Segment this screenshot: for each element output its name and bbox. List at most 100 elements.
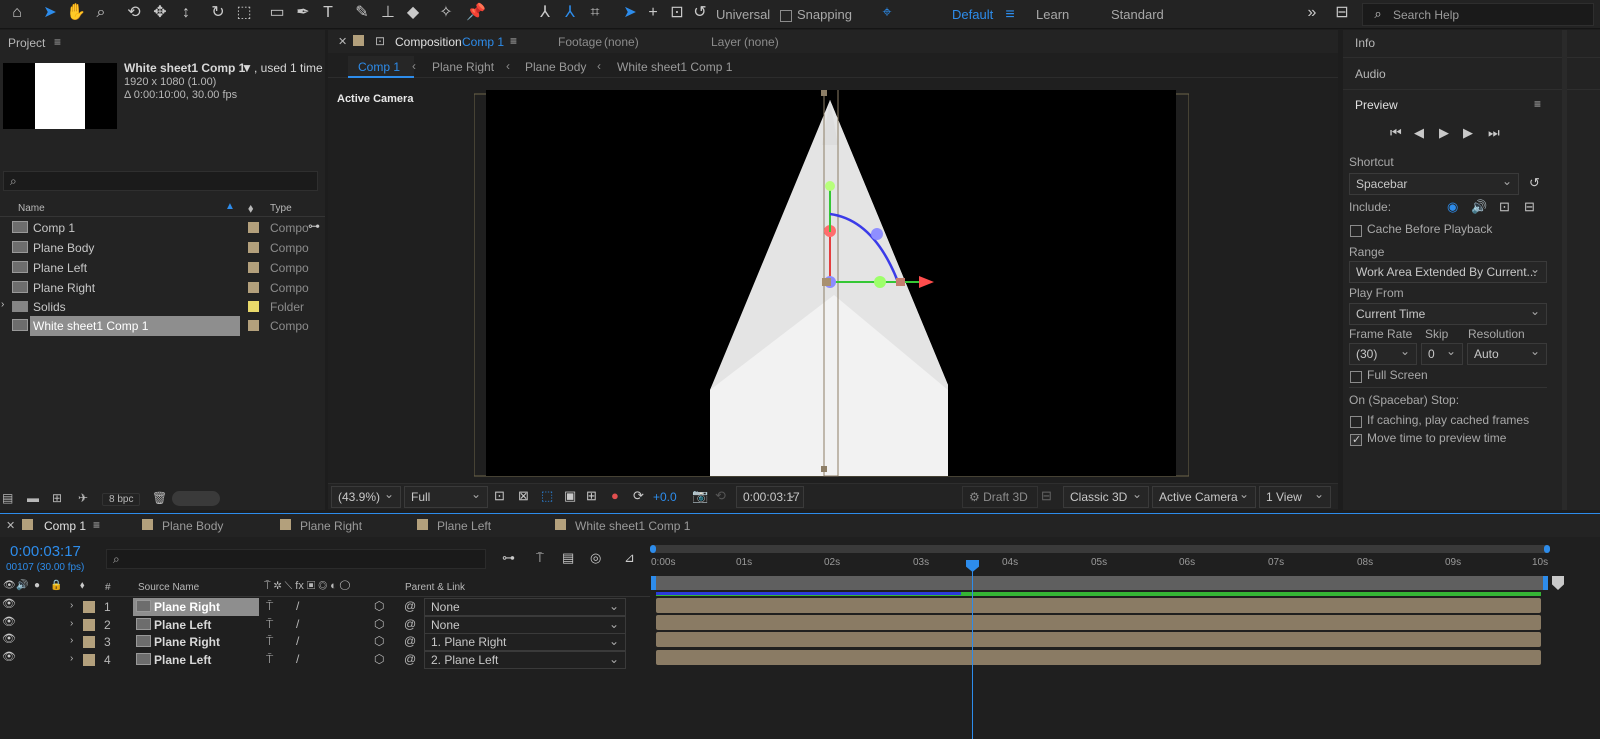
project-item[interactable]: Comp 1 Compo ⊶ — [0, 218, 325, 238]
cache-checkbox[interactable] — [1350, 223, 1362, 237]
workspace-overflow-icon[interactable]: » — [1302, 5, 1322, 25]
chevron-down-icon[interactable]: ▼ — [241, 61, 253, 75]
timeline-tab-plane-left[interactable]: Plane Left — [437, 519, 491, 533]
previous-frame-icon[interactable]: ◀ — [1414, 126, 1424, 139]
pick-whip-icon[interactable]: @ — [404, 652, 416, 666]
collapse-transform-icon[interactable]: ⍑ — [266, 599, 273, 614]
work-area-end[interactable] — [1543, 576, 1548, 590]
first-frame-icon[interactable]: ⏮ — [1390, 126, 1402, 139]
project-item[interactable]: Plane Body Compo — [0, 238, 325, 258]
move-time-checkbox[interactable] — [1350, 432, 1362, 446]
hand-icon[interactable]: ✋ — [66, 5, 86, 25]
layer-row[interactable]: 👁 › 1 Plane Right ⍑ / ⬡ @ None — [0, 598, 650, 616]
view-axis-icon[interactable]: ⌗ — [585, 5, 605, 25]
footage-tab[interactable]: Footage — [558, 35, 602, 49]
label-tag-icon[interactable]: ⬧ — [248, 201, 253, 216]
orbit-camera-icon[interactable]: ⟲ — [124, 5, 144, 25]
collapse-transform-icon[interactable]: ⍑ — [266, 634, 273, 649]
next-frame-icon[interactable]: ▶ — [1463, 126, 1473, 139]
quality-icon[interactable]: / — [296, 617, 299, 631]
quality-icon[interactable]: / — [296, 599, 299, 613]
draft-3d-button[interactable]: ⚙ Draft 3D — [962, 486, 1038, 508]
project-item[interactable]: Plane Right Compo — [0, 278, 325, 298]
resolution-dropdown[interactable]: Full — [404, 486, 488, 508]
eye-icon[interactable]: 👁 — [3, 581, 16, 591]
roto-brush-icon[interactable]: ✧ — [436, 5, 456, 25]
timeline-tab-plane-right[interactable]: Plane Right — [300, 519, 362, 533]
layer-bar[interactable] — [656, 615, 1541, 630]
3d-layer-icon[interactable]: ⬡ — [374, 617, 384, 631]
pick-whip-icon[interactable]: @ — [404, 617, 416, 631]
switches-icon[interactable]: ⍑ ✲ ⟍ fx ▣ ◎ ◐ ◯ — [264, 580, 350, 593]
column-parent[interactable]: Parent & Link — [405, 582, 465, 593]
panel-toggle-icon[interactable]: ⊟ — [1332, 5, 1352, 25]
playhead-line[interactable] — [972, 565, 973, 739]
dolly-camera-icon[interactable]: ↕ — [176, 5, 196, 25]
move-time-label[interactable]: Move time to preview time — [1367, 431, 1506, 445]
region-of-interest-icon[interactable]: ▣ — [564, 489, 576, 502]
include-layer-controls-icon[interactable]: ⊟ — [1524, 200, 1535, 213]
search-help-box[interactable]: ⌕ Search Help — [1362, 3, 1594, 26]
label-swatch[interactable] — [83, 654, 95, 666]
thumbnail-slider[interactable] — [172, 491, 220, 506]
universal-label[interactable]: Universal — [716, 7, 770, 22]
skip-dropdown[interactable]: 0 — [1421, 343, 1463, 365]
timeline-tab-comp1[interactable]: Comp 1 — [44, 519, 86, 533]
close-icon[interactable]: ✕ — [6, 519, 15, 532]
solo-icon[interactable]: ● — [34, 581, 40, 591]
layer-tab[interactable]: Layer — [711, 35, 741, 49]
quality-icon[interactable]: / — [296, 634, 299, 648]
trash-icon[interactable]: 🗑 — [152, 491, 167, 505]
flowchart-icon[interactable]: ⊶ — [308, 219, 320, 233]
project-settings-icon[interactable]: ✈ — [78, 491, 88, 505]
chevron-right-icon[interactable]: › — [70, 600, 73, 611]
time-navigator[interactable] — [650, 545, 1550, 553]
layer-row[interactable]: 👁 › 2 Plane Left ⍑ / ⬡ @ None — [0, 616, 650, 634]
snapping-checkbox[interactable] — [780, 8, 792, 22]
3d-layer-icon[interactable]: ⬡ — [374, 652, 384, 666]
label-swatch[interactable] — [248, 222, 259, 233]
play-icon[interactable]: ▶ — [1439, 126, 1449, 139]
timecode-display[interactable]: 0:00:03:17 — [736, 486, 804, 508]
unified-camera-icon[interactable]: ⬚ — [234, 5, 254, 25]
clone-stamp-icon[interactable]: ⊥ — [378, 5, 398, 25]
if-caching-label[interactable]: If caching, play cached frames — [1367, 413, 1529, 427]
workspace-default[interactable]: Default — [952, 7, 993, 22]
timeline-search-input[interactable]: ⌕ — [106, 549, 486, 569]
work-area-bar[interactable] — [654, 576, 1544, 590]
world-axis-icon[interactable]: ⅄ — [560, 5, 580, 25]
play-from-dropdown[interactable]: Current Time — [1349, 303, 1547, 325]
timeline-timecode[interactable]: 0:00:03:17 — [10, 543, 81, 560]
pen-icon[interactable]: ✒ — [293, 5, 313, 25]
label-swatch[interactable] — [83, 636, 95, 648]
layer-name[interactable]: Plane Right — [154, 600, 220, 614]
workspace-standard[interactable]: Standard — [1111, 7, 1164, 22]
column-type[interactable]: Type — [270, 203, 292, 214]
frame-rate-dropdown[interactable]: (30) — [1349, 343, 1417, 365]
selection-arrow-icon[interactable]: ➤ — [40, 5, 60, 25]
layer-row[interactable]: 👁 › 4 Plane Left ⍑ / ⬡ @ 2. Plane Left — [0, 651, 650, 669]
frame-blending-icon[interactable]: ◎ — [590, 551, 601, 564]
transparency-grid-icon[interactable]: ⊠ — [518, 489, 529, 502]
full-screen-label[interactable]: Full Screen — [1367, 368, 1428, 382]
label-swatch[interactable] — [248, 262, 259, 273]
breadcrumb-white-sheet[interactable]: White sheet1 Comp 1 — [617, 60, 732, 74]
snap-options-icon[interactable]: ⌖ — [877, 5, 897, 25]
reset-icon[interactable]: ↺ — [1529, 176, 1540, 189]
info-tab[interactable]: Info — [1355, 36, 1375, 50]
if-caching-checkbox[interactable] — [1350, 414, 1362, 428]
pointer-icon[interactable]: ➤ — [620, 5, 640, 25]
include-audio-icon[interactable]: 🔊 — [1471, 200, 1487, 213]
work-area-start[interactable] — [651, 576, 656, 590]
label-tag-icon[interactable]: ⬧ — [80, 581, 85, 591]
extended-viewer-icon[interactable]: ⊟ — [1041, 489, 1052, 502]
panel-scrollbar[interactable] — [1562, 30, 1567, 510]
layer-bar[interactable] — [656, 632, 1541, 647]
layer-name[interactable]: Plane Left — [154, 653, 211, 667]
panel-menu-icon[interactable]: ≡ — [1534, 97, 1541, 111]
channel-icon[interactable]: ● — [611, 489, 619, 502]
camera-dropdown[interactable]: Active Camera — [1152, 486, 1256, 508]
grid-guides-icon[interactable]: ⊞ — [586, 489, 597, 502]
panel-menu-icon[interactable]: ≡ — [54, 35, 61, 49]
column-source-name[interactable]: Source Name — [138, 582, 199, 593]
